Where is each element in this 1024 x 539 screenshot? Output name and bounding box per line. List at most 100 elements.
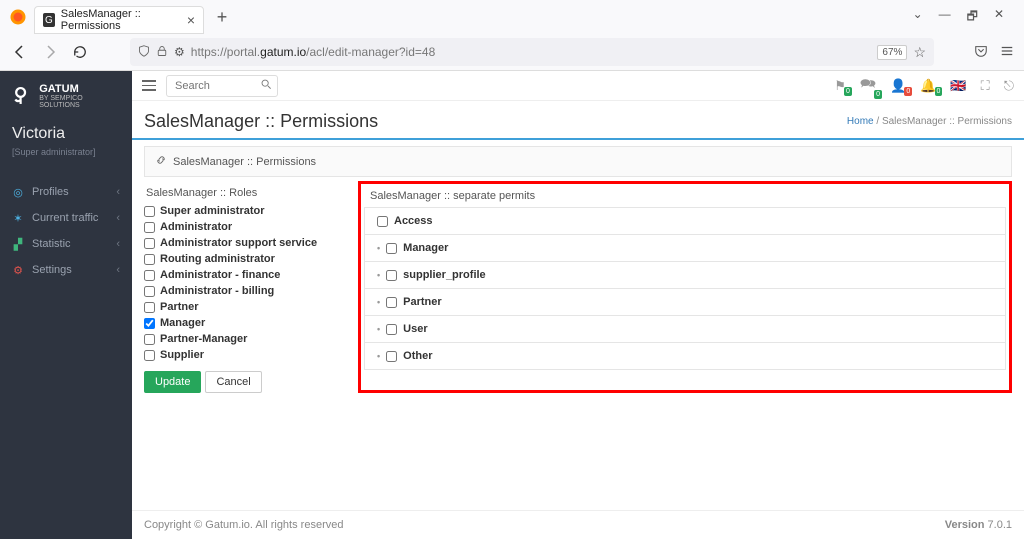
- brand: GATUM BY SEMPICO SOLUTIONS: [0, 71, 132, 121]
- hamburger-menu-icon[interactable]: [1000, 44, 1014, 61]
- bullet-icon: •: [377, 324, 380, 334]
- role-checkbox[interactable]: [144, 286, 155, 297]
- update-button[interactable]: Update: [144, 371, 201, 393]
- role-checkbox[interactable]: [144, 222, 155, 233]
- bullet-icon: •: [377, 270, 380, 280]
- bullet-icon: •: [377, 243, 380, 253]
- lock-icon: [156, 45, 168, 60]
- permit-item[interactable]: •Manager: [364, 235, 1006, 262]
- search-icon[interactable]: [261, 79, 272, 93]
- chevron-left-icon: ‹: [116, 264, 120, 276]
- topbar-icon-3[interactable]: 👤0: [890, 78, 906, 94]
- link-icon: [155, 154, 167, 169]
- permit-item[interactable]: • Other: [364, 343, 1006, 370]
- sidebar-item-statistic[interactable]: ▞ Statistic ‹: [0, 231, 132, 257]
- role-label: Partner-Manager: [160, 333, 247, 345]
- nav-forward-button: [40, 42, 60, 62]
- role-label: Manager: [160, 317, 205, 329]
- chevron-left-icon: ‹: [116, 238, 120, 250]
- window-minimize-icon[interactable]: —: [939, 7, 951, 28]
- brand-name: GATUM: [39, 83, 122, 95]
- role-checkbox[interactable]: [144, 350, 155, 361]
- chevron-left-icon: ‹: [116, 186, 120, 198]
- close-tab-icon[interactable]: ×: [187, 12, 195, 28]
- footer-version: Version 7.0.1: [945, 519, 1012, 531]
- permit-item[interactable]: • Partner: [364, 289, 1006, 316]
- pocket-icon[interactable]: [974, 44, 988, 61]
- brand-logo-icon: [10, 85, 31, 107]
- shield-icon: [138, 45, 150, 60]
- topbar-icon-4[interactable]: 🔔0: [920, 78, 936, 94]
- permit-item[interactable]: Access: [364, 207, 1006, 235]
- role-item[interactable]: Routing administrator: [144, 251, 350, 267]
- profiles-icon: ◎: [12, 186, 24, 198]
- permit-checkbox[interactable]: [386, 297, 397, 308]
- topbar-icon-1[interactable]: ⚑0: [834, 78, 846, 94]
- zoom-level[interactable]: 67%: [877, 45, 907, 60]
- statistic-icon: ▞: [12, 238, 24, 250]
- window-restore-icon[interactable]: 🗗: [967, 7, 978, 28]
- role-item[interactable]: Administrator - finance: [144, 267, 350, 283]
- role-item[interactable]: Partner-Manager: [144, 331, 350, 347]
- role-item[interactable]: Super administrator: [144, 203, 350, 219]
- nav-reload-button[interactable]: [70, 42, 90, 62]
- sidebar-item-profiles[interactable]: ◎ Profiles ‹: [0, 179, 132, 205]
- new-tab-button[interactable]: +: [210, 5, 234, 29]
- role-item[interactable]: Supplier: [144, 347, 350, 363]
- role-label: Administrator - finance: [160, 269, 280, 281]
- role-checkbox[interactable]: [144, 206, 155, 217]
- permit-checkbox[interactable]: [377, 216, 388, 227]
- cancel-button[interactable]: Cancel: [205, 371, 261, 393]
- permit-label: Other: [403, 350, 432, 362]
- role-checkbox[interactable]: [144, 270, 155, 281]
- breadcrumb-home[interactable]: Home: [847, 116, 874, 127]
- permit-checkbox[interactable]: [386, 324, 397, 335]
- sidebar-item-label: Statistic: [32, 238, 71, 250]
- role-checkbox[interactable]: [144, 318, 155, 329]
- permit-item[interactable]: • supplier_profile: [364, 262, 1006, 289]
- sub-header: SalesManager :: Permissions: [144, 146, 1012, 177]
- role-item[interactable]: Manager: [144, 315, 350, 331]
- flag-icon[interactable]: 🇬🇧: [950, 78, 966, 94]
- sidebar-toggle[interactable]: [142, 79, 156, 93]
- sidebar-item-label: Profiles: [32, 186, 69, 198]
- chevron-left-icon: ‹: [116, 212, 120, 224]
- role-label: Administrator: [160, 221, 232, 233]
- permit-checkbox[interactable]: [386, 270, 397, 281]
- permit-label: Partner: [403, 296, 442, 308]
- page-title: SalesManager :: Permissions: [144, 111, 378, 132]
- topbar-icon-2[interactable]: 🗪0: [860, 75, 876, 97]
- sub-header-text: SalesManager :: Permissions: [173, 156, 316, 168]
- permit-checkbox[interactable]: [386, 243, 397, 254]
- permit-label: supplier_profile: [403, 269, 486, 281]
- role-item[interactable]: Administrator: [144, 219, 350, 235]
- window-close-icon[interactable]: ✕: [994, 7, 1004, 28]
- permit-checkbox[interactable]: [386, 351, 397, 362]
- expand-icon[interactable]: ⛶: [981, 78, 990, 94]
- url-bar[interactable]: ⚙ https://portal.gatum.io/acl/edit-manag…: [130, 38, 934, 66]
- role-item[interactable]: Partner: [144, 299, 350, 315]
- browser-tab[interactable]: G SalesManager :: Permissions ×: [34, 6, 204, 34]
- sidebar-item-settings[interactable]: ⚙ Settings ‹: [0, 257, 132, 283]
- footer-copyright: Copyright © Gatum.io. All rights reserve…: [144, 519, 343, 531]
- bullet-icon: •: [377, 297, 380, 307]
- chevron-down-icon[interactable]: ⌄: [913, 7, 923, 28]
- role-item[interactable]: Administrator - billing: [144, 283, 350, 299]
- permit-item[interactable]: •User: [364, 316, 1006, 343]
- role-item[interactable]: Administrator support service: [144, 235, 350, 251]
- tab-favicon-icon: G: [43, 13, 55, 27]
- firefox-icon: [8, 7, 28, 27]
- bullet-icon: •: [377, 351, 380, 361]
- role-checkbox[interactable]: [144, 238, 155, 249]
- sidebar-item-traffic[interactable]: ✶ Current traffic ‹: [0, 205, 132, 231]
- bookmark-icon[interactable]: ☆: [913, 44, 926, 61]
- nav-back-button[interactable]: [10, 42, 30, 62]
- settings-nav-icon: ⚙: [12, 264, 24, 276]
- breadcrumb: Home / SalesManager :: Permissions: [847, 116, 1012, 127]
- traffic-icon: ✶: [12, 212, 24, 224]
- sidebar-item-label: Current traffic: [32, 212, 98, 224]
- logout-icon[interactable]: ⎋: [1004, 78, 1014, 94]
- role-checkbox[interactable]: [144, 302, 155, 313]
- role-checkbox[interactable]: [144, 254, 155, 265]
- role-checkbox[interactable]: [144, 334, 155, 345]
